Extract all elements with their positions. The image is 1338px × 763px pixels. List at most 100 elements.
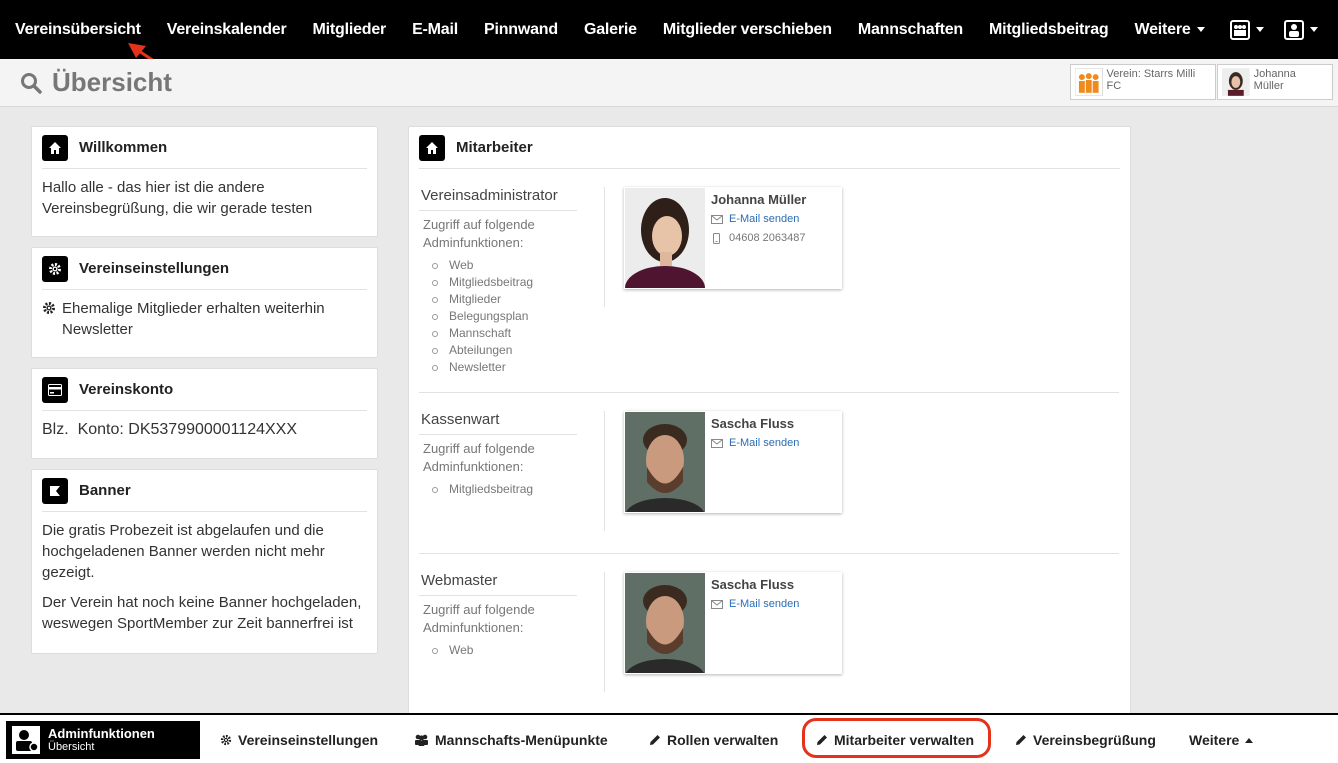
avatar <box>1222 68 1250 96</box>
team-icon <box>1230 19 1250 40</box>
club-switcher[interactable]: Verein: Starrs Milli FC <box>1070 64 1216 100</box>
search-icon <box>21 72 42 94</box>
list-item: Newsletter <box>432 359 604 376</box>
account-blz: Blz. <box>42 421 69 438</box>
welcome-panel: Willkommen Hallo alle - das hier ist die… <box>31 126 378 237</box>
club-settings-button[interactable]: Vereinseinstellungen <box>220 732 378 748</box>
caret-down-icon <box>1310 27 1318 32</box>
pencil-icon <box>817 735 827 745</box>
credit-card-icon <box>42 376 68 403</box>
staff-row-vereinsadministrator: Vereinsadministrator Zugriff auf folgend… <box>419 187 1119 387</box>
more-button[interactable]: Weitere <box>1189 732 1254 748</box>
account-title: Vereinskonto <box>79 381 174 398</box>
welcome-text: Hallo alle - das hier ist die andere Ver… <box>42 179 313 217</box>
panel-header: Banner <box>42 470 367 512</box>
user-menu-button[interactable] <box>1284 19 1318 40</box>
nav-mitglieder[interactable]: Mitglieder <box>300 21 400 39</box>
staff-card: Johanna Müller E-Mail senden 04608 20634… <box>624 187 842 289</box>
function-list: Web Mitgliedsbeitrag Mitglieder Belegung… <box>419 257 604 376</box>
staff-row-webmaster: Webmaster Zugriff auf folgende Adminfunk… <box>419 572 1119 702</box>
welcome-title: Willkommen <box>79 139 168 156</box>
nav-vereinskalender[interactable]: Vereinskalender <box>154 21 300 39</box>
row-separator <box>419 553 1119 554</box>
send-email-link[interactable]: E-Mail senden <box>711 598 799 610</box>
nav-pinnwand[interactable]: Pinnwand <box>471 21 571 39</box>
page-title: Übersicht <box>20 67 172 98</box>
panel-header: Vereinseinstellungen <box>42 248 367 290</box>
user-switcher[interactable]: Johanna Müller <box>1217 64 1333 100</box>
banner-icon <box>42 477 68 504</box>
team-menu-items-button[interactable]: Mannschafts-Menüpunkte <box>414 732 608 748</box>
nav-galerie[interactable]: Galerie <box>571 21 650 39</box>
staff-photo <box>625 188 705 288</box>
account-number: Konto: DK5379900001124XXX <box>77 421 297 438</box>
gear-icon <box>42 255 68 282</box>
more-label: Weitere <box>1189 732 1240 748</box>
staff-name: Sascha Fluss <box>711 416 795 431</box>
role-subtitle: Zugriff auf folgende Adminfunktionen: <box>423 217 535 250</box>
manage-roles-label: Rollen verwalten <box>667 732 779 748</box>
gear-icon <box>220 734 232 746</box>
envelope-icon <box>711 599 723 609</box>
role-subtitle: Zugriff auf folgende Adminfunktionen: <box>423 441 535 474</box>
admin-functions-title: Adminfunktionen <box>48 726 155 741</box>
function-list: Web <box>419 642 604 659</box>
admin-bottom-bar: Adminfunktionen Übersicht Vereinseinstel… <box>0 713 1338 763</box>
list-item: Web <box>432 257 604 274</box>
caret-down-icon <box>1196 26 1205 32</box>
list-item: Web <box>432 642 604 659</box>
list-item: Mitglieder <box>432 291 604 308</box>
pencil-icon <box>650 735 660 745</box>
pencil-icon <box>1016 735 1026 745</box>
gear-icon <box>43 302 55 314</box>
banner-text-2: Der Verein hat noch keine Banner hochgel… <box>42 594 362 632</box>
staff-title: Mitarbeiter <box>456 139 533 156</box>
admin-user-icon <box>12 726 40 754</box>
account-body: Blz. Konto: DK5379900001124XXX <box>32 411 377 448</box>
club-welcome-button[interactable]: Vereinsbegrüßung <box>1015 732 1156 748</box>
panel-header: Willkommen <box>42 127 367 169</box>
staff-name: Johanna Müller <box>711 192 807 207</box>
settings-body: Ehemalige Mitglieder erhalten weiterhin … <box>32 290 377 348</box>
role-subtitle: Zugriff auf folgende Adminfunktionen: <box>423 602 535 635</box>
manage-staff-button[interactable]: Mitarbeiter verwalten <box>816 732 974 748</box>
user-label: Johanna Müller <box>1253 68 1296 92</box>
club-welcome-label: Vereinsbegrüßung <box>1033 732 1156 748</box>
staff-row-kassenwart: Kassenwart Zugriff auf folgende Adminfun… <box>419 411 1119 551</box>
nav-vereinsuebersicht[interactable]: Vereinsübersicht <box>0 21 154 39</box>
function-list: Mitgliedsbeitrag <box>419 481 604 498</box>
team-icon <box>1075 68 1103 96</box>
banner-panel: Banner Die gratis Probezeit ist abgelauf… <box>31 469 378 654</box>
staff-card: Sascha Fluss E-Mail senden <box>624 572 842 674</box>
staff-phone-number: 04608 2063487 <box>729 232 806 244</box>
phone-icon <box>713 232 720 244</box>
club-label: Verein: Starrs Milli FC <box>1106 68 1196 92</box>
staff-photo <box>625 412 705 512</box>
page-title-text: Übersicht <box>52 67 172 97</box>
settings-text: Ehemalige Mitglieder erhalten weiterhin … <box>62 300 325 338</box>
divider <box>604 411 605 531</box>
staff-photo <box>625 573 705 673</box>
role-title: Vereinsadministrator <box>419 187 577 211</box>
manage-roles-button[interactable]: Rollen verwalten <box>649 732 778 748</box>
admin-functions-button[interactable]: Adminfunktionen Übersicht <box>6 721 200 759</box>
nav-mannschaften[interactable]: Mannschaften <box>845 21 976 39</box>
staff-name: Sascha Fluss <box>711 577 795 592</box>
list-item: Belegungsplan <box>432 308 604 325</box>
nav-mitglieder-verschieben[interactable]: Mitglieder verschieben <box>650 21 845 39</box>
team-menu-button[interactable] <box>1230 19 1264 40</box>
nav-right-icons <box>1230 0 1338 59</box>
role-title: Webmaster <box>419 572 577 596</box>
role-column: Webmaster Zugriff auf folgende Adminfunk… <box>419 572 604 659</box>
send-email-link[interactable]: E-Mail senden <box>711 437 799 449</box>
manage-staff-label: Mitarbeiter verwalten <box>834 732 975 748</box>
role-title: Kassenwart <box>419 411 577 435</box>
club-settings-label: Vereinseinstellungen <box>238 732 379 748</box>
nav-mitgliedsbeitrag[interactable]: Mitgliedsbeitrag <box>976 21 1121 39</box>
caret-up-icon <box>1245 737 1254 743</box>
banner-text-1: Die gratis Probezeit ist abgelaufen und … <box>42 522 325 581</box>
nav-weitere[interactable]: Weitere <box>1121 21 1217 39</box>
send-email-link[interactable]: E-Mail senden <box>711 213 799 225</box>
staff-card: Sascha Fluss E-Mail senden <box>624 411 842 513</box>
nav-email[interactable]: E-Mail <box>399 21 471 39</box>
